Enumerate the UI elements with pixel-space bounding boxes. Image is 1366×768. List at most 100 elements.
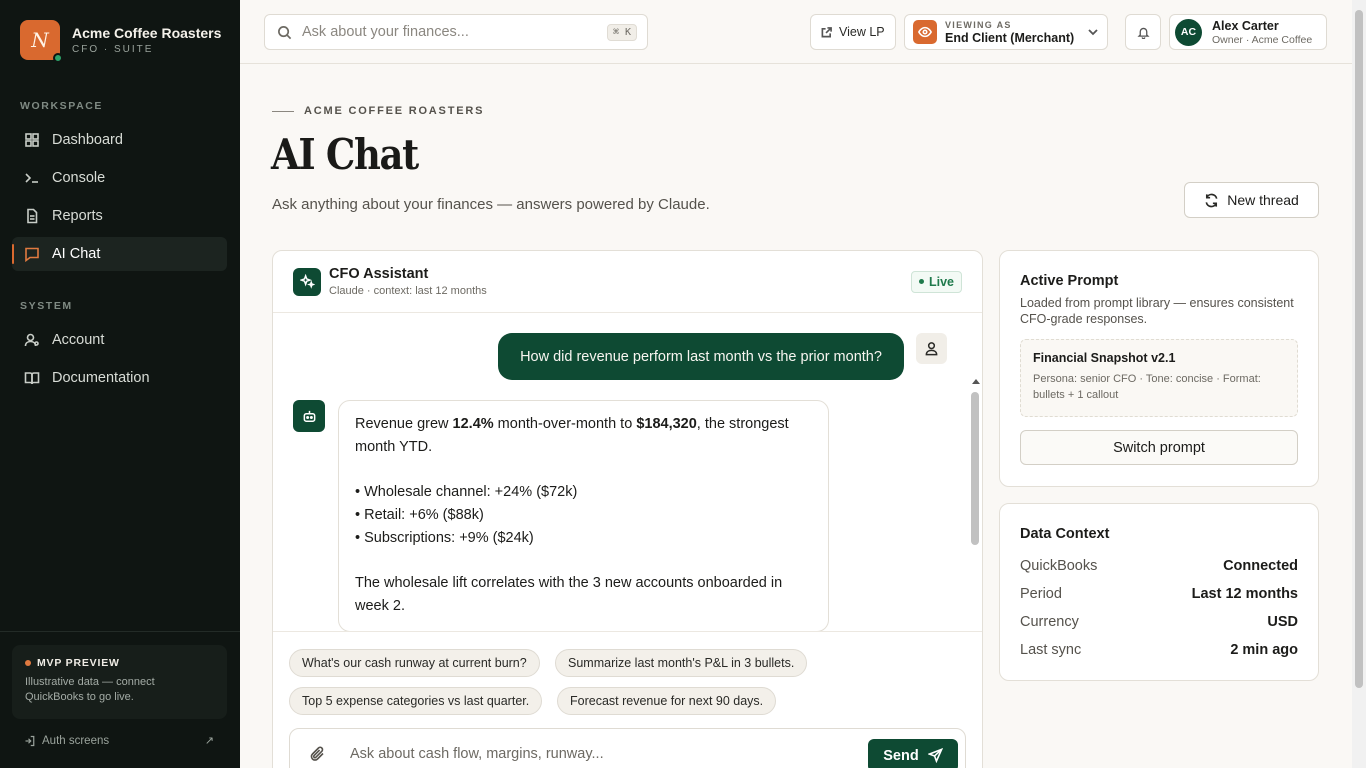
viewing-as-value: End Client (Merchant) [945,30,1075,45]
global-search[interactable]: ⌘ K [264,14,648,50]
page-scrollbar-thumb[interactable] [1355,10,1363,688]
message-input[interactable] [350,742,860,766]
search-icon [278,25,292,39]
suggestion-chip[interactable]: What's our cash runway at current burn? [289,649,540,677]
viewing-as-dropdown[interactable]: VIEWING AS End Client (Merchant) [904,14,1108,50]
chat-panel: CFO Assistant Claude · context: last 12 … [272,250,983,768]
mvp-text: Illustrative data — connect QuickBooks t… [25,676,155,703]
sidebar: N Acme Coffee Roasters CFO · SUITE WORKS… [0,0,240,768]
message-list[interactable]: How did revenue perform last month vs th… [273,313,982,631]
sidebar-item-label: Account [52,332,105,348]
viewing-as-label: VIEWING AS [945,19,1012,30]
chevron-down-icon [1088,29,1098,36]
chat-header: CFO Assistant Claude · context: last 12 … [273,251,982,313]
context-key: QuickBooks [1020,558,1098,574]
brand[interactable]: N Acme Coffee Roasters CFO · SUITE [20,20,222,63]
bullet-wholesale: • Wholesale channel: +24% ($72k) [355,484,578,500]
assistant-closing: The wholesale lift correlates with the 3… [355,575,783,614]
view-lp-label: View LP [839,25,885,39]
context-value: USD [1267,614,1298,630]
user-message: How did revenue perform last month vs th… [498,333,904,380]
chat-scrollbar-thumb[interactable] [971,392,979,545]
sidebar-item-ai-chat[interactable]: AI Chat [12,237,227,271]
prompt-summary: Financial Snapshot v2.1 Persona: senior … [1020,339,1298,417]
sidebar-item-account[interactable]: Account [12,323,227,357]
grid-icon [25,133,39,147]
user-menu[interactable]: AC Alex Carter Owner · Acme Coffee [1169,14,1327,50]
status-badge: Live [910,270,962,293]
robot-icon [293,400,325,432]
prompt-meta: Persona: senior CFO · Tone: concise · Fo… [1033,373,1261,401]
suggestion-chip[interactable]: Summarize last month's P&L in 3 bullets. [555,649,808,677]
context-key: Currency [1020,614,1079,630]
status-label: Live [928,274,954,289]
context-row: Last sync 2 min ago [1020,642,1298,658]
notifications-button[interactable] [1125,14,1161,50]
brand-name: Acme Coffee Roasters [72,25,222,41]
avatar: AC [1175,18,1202,46]
summary-text: month-over-month to [493,416,637,432]
brand-subtitle: CFO · SUITE [72,44,154,55]
sidebar-divider [0,631,240,632]
assistant-message: Revenue grew 12.4% month-over-month to $… [338,400,829,631]
page-subtitle: Ask anything about your finances — answe… [272,196,710,213]
context-row: Currency USD [1020,614,1298,630]
sidebar-item-console[interactable]: Console [12,161,227,195]
auth-screens-label: Auth screens [42,734,110,747]
chat-scrollbar[interactable] [969,375,982,631]
eye-icon [913,20,937,44]
sidebar-item-label: Documentation [52,370,150,386]
mvp-preview-notice: MVP PREVIEW Illustrative data — connect … [12,645,227,719]
bell-icon [1136,27,1150,39]
context-key: Period [1020,586,1062,602]
live-dot [918,279,924,284]
send-button[interactable]: Send [868,739,958,768]
online-status-dot [53,53,63,63]
bullet-subscriptions: • Subscriptions: +9% ($24k) [355,530,534,546]
page-scrollbar[interactable] [1352,0,1366,768]
sidebar-item-dashboard[interactable]: Dashboard [12,123,227,157]
view-lp-button[interactable]: View LP [810,14,896,50]
eyebrow-label: ACME COFFEE ROASTERS [304,105,485,117]
user-name: Alex Carter [1212,18,1279,33]
user-icon [24,333,39,347]
sidebar-item-reports[interactable]: Reports [12,199,227,233]
brand-logo: N [20,20,63,63]
chat-icon [25,247,39,262]
suggestion-chip[interactable]: Forecast revenue for next 90 days. [557,687,777,715]
page-eyebrow: ACME COFFEE ROASTERS [272,105,484,117]
logo-letter: N [31,28,49,52]
sidebar-item-label: Dashboard [52,132,123,148]
data-context-title: Data Context [1020,526,1110,542]
auth-screens-link[interactable]: Auth screens ↗ [24,734,214,747]
suggestion-chip[interactable]: Top 5 expense categories vs last quarter… [289,687,543,715]
sidebar-item-label: Console [52,170,106,186]
scroll-up-icon[interactable] [972,379,980,384]
growth-value: 12.4% [452,416,494,432]
switch-prompt-button[interactable]: Switch prompt [1020,430,1298,465]
nav-section-system: SYSTEM [20,300,73,312]
context-row: Period Last 12 months [1020,586,1298,602]
paperclip-icon[interactable] [310,746,326,762]
mvp-dot [25,660,31,666]
search-input[interactable] [302,24,597,40]
active-prompt-description: Loaded from prompt library — ensures con… [1020,296,1294,326]
context-value: Last 12 months [1191,586,1298,602]
send-icon [927,748,943,763]
active-prompt-title: Active Prompt [1020,273,1119,289]
mvp-title: MVP PREVIEW [37,657,120,669]
context-value: 2 min ago [1230,642,1298,658]
top-bar: ⌘ K View LP VIEWING AS End Client (Merch… [240,0,1352,64]
new-thread-button[interactable]: New thread [1184,182,1319,218]
revenue-value: $184,320 [636,416,697,432]
sidebar-item-documentation[interactable]: Documentation [12,361,227,395]
new-thread-label: New thread [1227,192,1299,208]
nav-section-workspace: WORKSPACE [20,100,104,112]
bullet-retail: • Retail: +6% ($88k) [355,507,484,523]
chat-footer: What's our cash runway at current burn? … [273,631,982,768]
page-title: AI Chat [271,130,419,179]
user-role: Owner · Acme Coffee [1212,33,1313,46]
summary-text: Revenue grew [355,416,453,432]
sparkle-icon [293,267,321,296]
context-value: Connected [1223,558,1298,574]
